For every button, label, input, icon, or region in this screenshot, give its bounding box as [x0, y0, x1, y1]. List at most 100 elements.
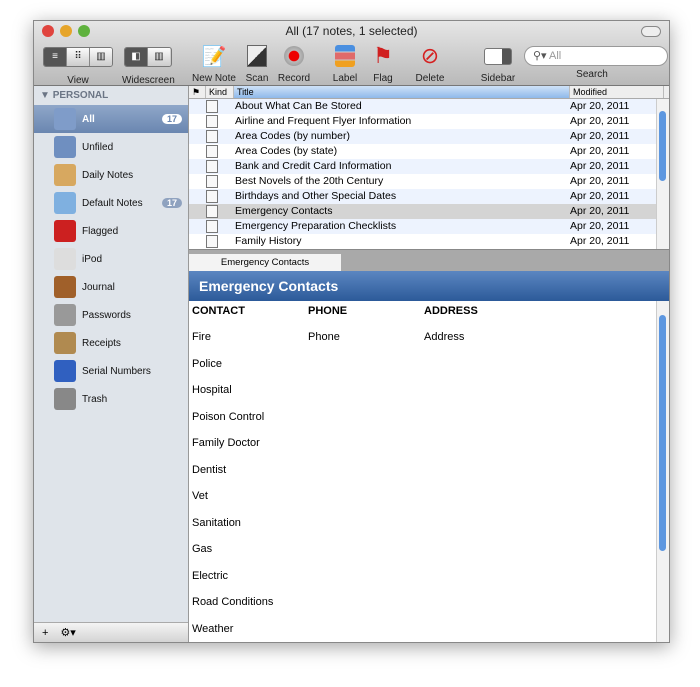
address-header: ADDRESS	[424, 305, 478, 317]
disclosure-triangle-icon: ▼	[40, 90, 53, 101]
delete-button[interactable]: ⊘ Delete	[412, 43, 448, 84]
note-kind-icon	[189, 189, 234, 204]
receipts-icon	[54, 332, 76, 354]
sidebar-item-unfiled[interactable]: Unfiled	[34, 133, 188, 161]
note-title-cell: Area Codes (by number)	[235, 130, 350, 142]
list-header: ⚑ Kind Title Modified	[189, 86, 669, 99]
title-column-header[interactable]: Title	[234, 86, 570, 98]
table-row[interactable]: Bank and Credit Card Information Apr 20, …	[189, 159, 669, 174]
sidebar-button[interactable]: Sidebar	[478, 43, 518, 84]
flag-column-icon[interactable]: ⚑	[189, 86, 206, 98]
note-scrollbar[interactable]	[656, 301, 669, 642]
sidebar-item-all[interactable]: All 17	[34, 105, 188, 133]
grid-view-icon[interactable]: ⠿	[67, 48, 90, 66]
contact-cell: Fire	[192, 331, 211, 343]
note-title-cell: About What Can Be Stored	[235, 100, 362, 112]
notes-list: ⚑ Kind Title Modified About What Can Be …	[189, 86, 669, 249]
table-row[interactable]: Area Codes (by state) Apr 20, 2011	[189, 144, 669, 159]
sidebar-item-passwords[interactable]: Passwords	[34, 301, 188, 329]
journal-icon	[54, 276, 76, 298]
widescreen-icon[interactable]: ◧	[125, 48, 148, 66]
contact-cell: Weather	[192, 622, 234, 635]
note-title-cell: Birthdays and Other Special Dates	[235, 190, 397, 202]
scan-icon	[243, 43, 271, 69]
sidebar-item-serial-numbers[interactable]: Serial Numbers	[34, 357, 188, 385]
note-title-cell: Bank and Credit Card Information	[235, 160, 392, 172]
note-content[interactable]: CONTACT PHONE ADDRESS Phone Address Fire…	[189, 301, 657, 642]
widescreen-control[interactable]: ◧ ▥ Widescreen	[122, 43, 175, 86]
contact-cell: Police	[192, 357, 222, 370]
table-row[interactable]: Best Novels of the 20th Century Apr 20, 2…	[189, 174, 669, 189]
modified-cell: Apr 20, 2011	[570, 115, 630, 127]
sidebar-item-journal[interactable]: Journal	[34, 273, 188, 301]
note-tab[interactable]: Emergency Contacts	[189, 254, 341, 272]
sidebar-header[interactable]: ▼ PERSONAL	[34, 86, 188, 105]
table-row[interactable]: Emergency Contacts Apr 20, 2011	[189, 204, 669, 219]
sidebar-item-ipod[interactable]: iPod	[34, 245, 188, 273]
note-kind-icon	[189, 174, 234, 189]
view-control[interactable]: ≡ ⠿ ▥ View	[40, 43, 116, 86]
record-label: Record	[277, 73, 311, 84]
columns-icon[interactable]: ▥	[148, 48, 170, 66]
label-button[interactable]: Label	[330, 43, 360, 84]
sidebar-item-label: iPod	[82, 253, 103, 265]
sidebar-item-daily-notes[interactable]: Daily Notes	[34, 161, 188, 189]
search-input[interactable]: ⚲▾ All	[524, 46, 668, 66]
kind-column-header[interactable]: Kind	[206, 86, 234, 98]
sidebar-item-default-notes[interactable]: Default Notes 17	[34, 189, 188, 217]
all-icon	[54, 108, 76, 130]
note-kind-icon	[189, 204, 234, 219]
flagged-icon	[54, 220, 76, 242]
contact-cell: Vet	[192, 490, 208, 502]
widescreen-label: Widescreen	[122, 75, 175, 86]
list-view-icon[interactable]: ≡	[44, 48, 67, 66]
sidebar-item-receipts[interactable]: Receipts	[34, 329, 188, 357]
sidebar-item-label: Serial Numbers	[82, 365, 151, 377]
note-kind-icon	[189, 99, 234, 114]
sidebar-item-label: All	[82, 113, 95, 125]
flag-button[interactable]: ⚑ Flag	[368, 43, 398, 84]
sidebar-item-label: Daily Notes	[82, 169, 134, 181]
table-row[interactable]: About What Can Be Stored Apr 20, 2011	[189, 99, 669, 114]
address-cell: Address	[424, 331, 465, 343]
scan-button[interactable]: Scan	[242, 43, 272, 84]
modified-cell: Apr 20, 2011	[570, 130, 630, 142]
note-title-cell: Area Codes (by state)	[235, 145, 338, 157]
table-row[interactable]: Birthdays and Other Special Dates Apr 20,…	[189, 189, 669, 204]
gear-icon[interactable]: ⚙▾	[60, 626, 75, 639]
note-title-cell: Best Novels of the 20th Century	[235, 175, 384, 187]
cover-view-icon[interactable]: ▥	[90, 48, 112, 66]
record-icon	[280, 43, 308, 69]
window-title: All (17 notes, 1 selected)	[285, 24, 418, 38]
sidebar-item-label: Trash	[82, 393, 108, 405]
scan-label: Scan	[245, 73, 269, 84]
table-row[interactable]: Family History Apr 20, 2011	[189, 234, 669, 249]
note-tab-bar: Emergency Contacts	[189, 249, 669, 272]
note-kind-icon	[189, 114, 234, 129]
delete-label: Delete	[415, 73, 445, 84]
note-title-cell: Family History	[235, 235, 302, 247]
contact-cell: Sanitation	[192, 516, 241, 529]
modified-cell: Apr 20, 2011	[570, 100, 630, 112]
modified-cell: Apr 20, 2011	[570, 235, 630, 247]
new-note-button[interactable]: 📝 New Note	[192, 43, 236, 85]
note-kind-icon	[189, 219, 234, 234]
record-button[interactable]: Record	[276, 43, 312, 84]
modified-column-header[interactable]: Modified	[570, 86, 664, 98]
table-row[interactable]: Airline and Frequent Flyer Information Ap…	[189, 114, 669, 129]
sidebar-footer: + ⚙▾	[34, 622, 188, 642]
sidebar-icon	[484, 43, 512, 69]
table-row[interactable]: Area Codes (by number) Apr 20, 2011	[189, 129, 669, 144]
sidebar-item-flagged[interactable]: Flagged	[34, 217, 188, 245]
new-note-icon: 📝	[201, 45, 227, 68]
phone-cell: Phone	[308, 331, 340, 343]
table-row[interactable]: Emergency Preparation Checklists Apr 20, …	[189, 219, 669, 234]
note-title: Emergency Contacts	[189, 271, 669, 301]
sidebar-label: Sidebar	[480, 73, 516, 84]
list-scrollbar[interactable]	[656, 99, 669, 249]
sidebar-item-trash[interactable]: Trash	[34, 385, 188, 413]
add-icon[interactable]: +	[42, 627, 48, 639]
contact-cell: Family Doctor	[192, 437, 260, 449]
toolbar-toggle-button[interactable]	[641, 26, 661, 37]
count-badge: 17	[161, 114, 182, 124]
